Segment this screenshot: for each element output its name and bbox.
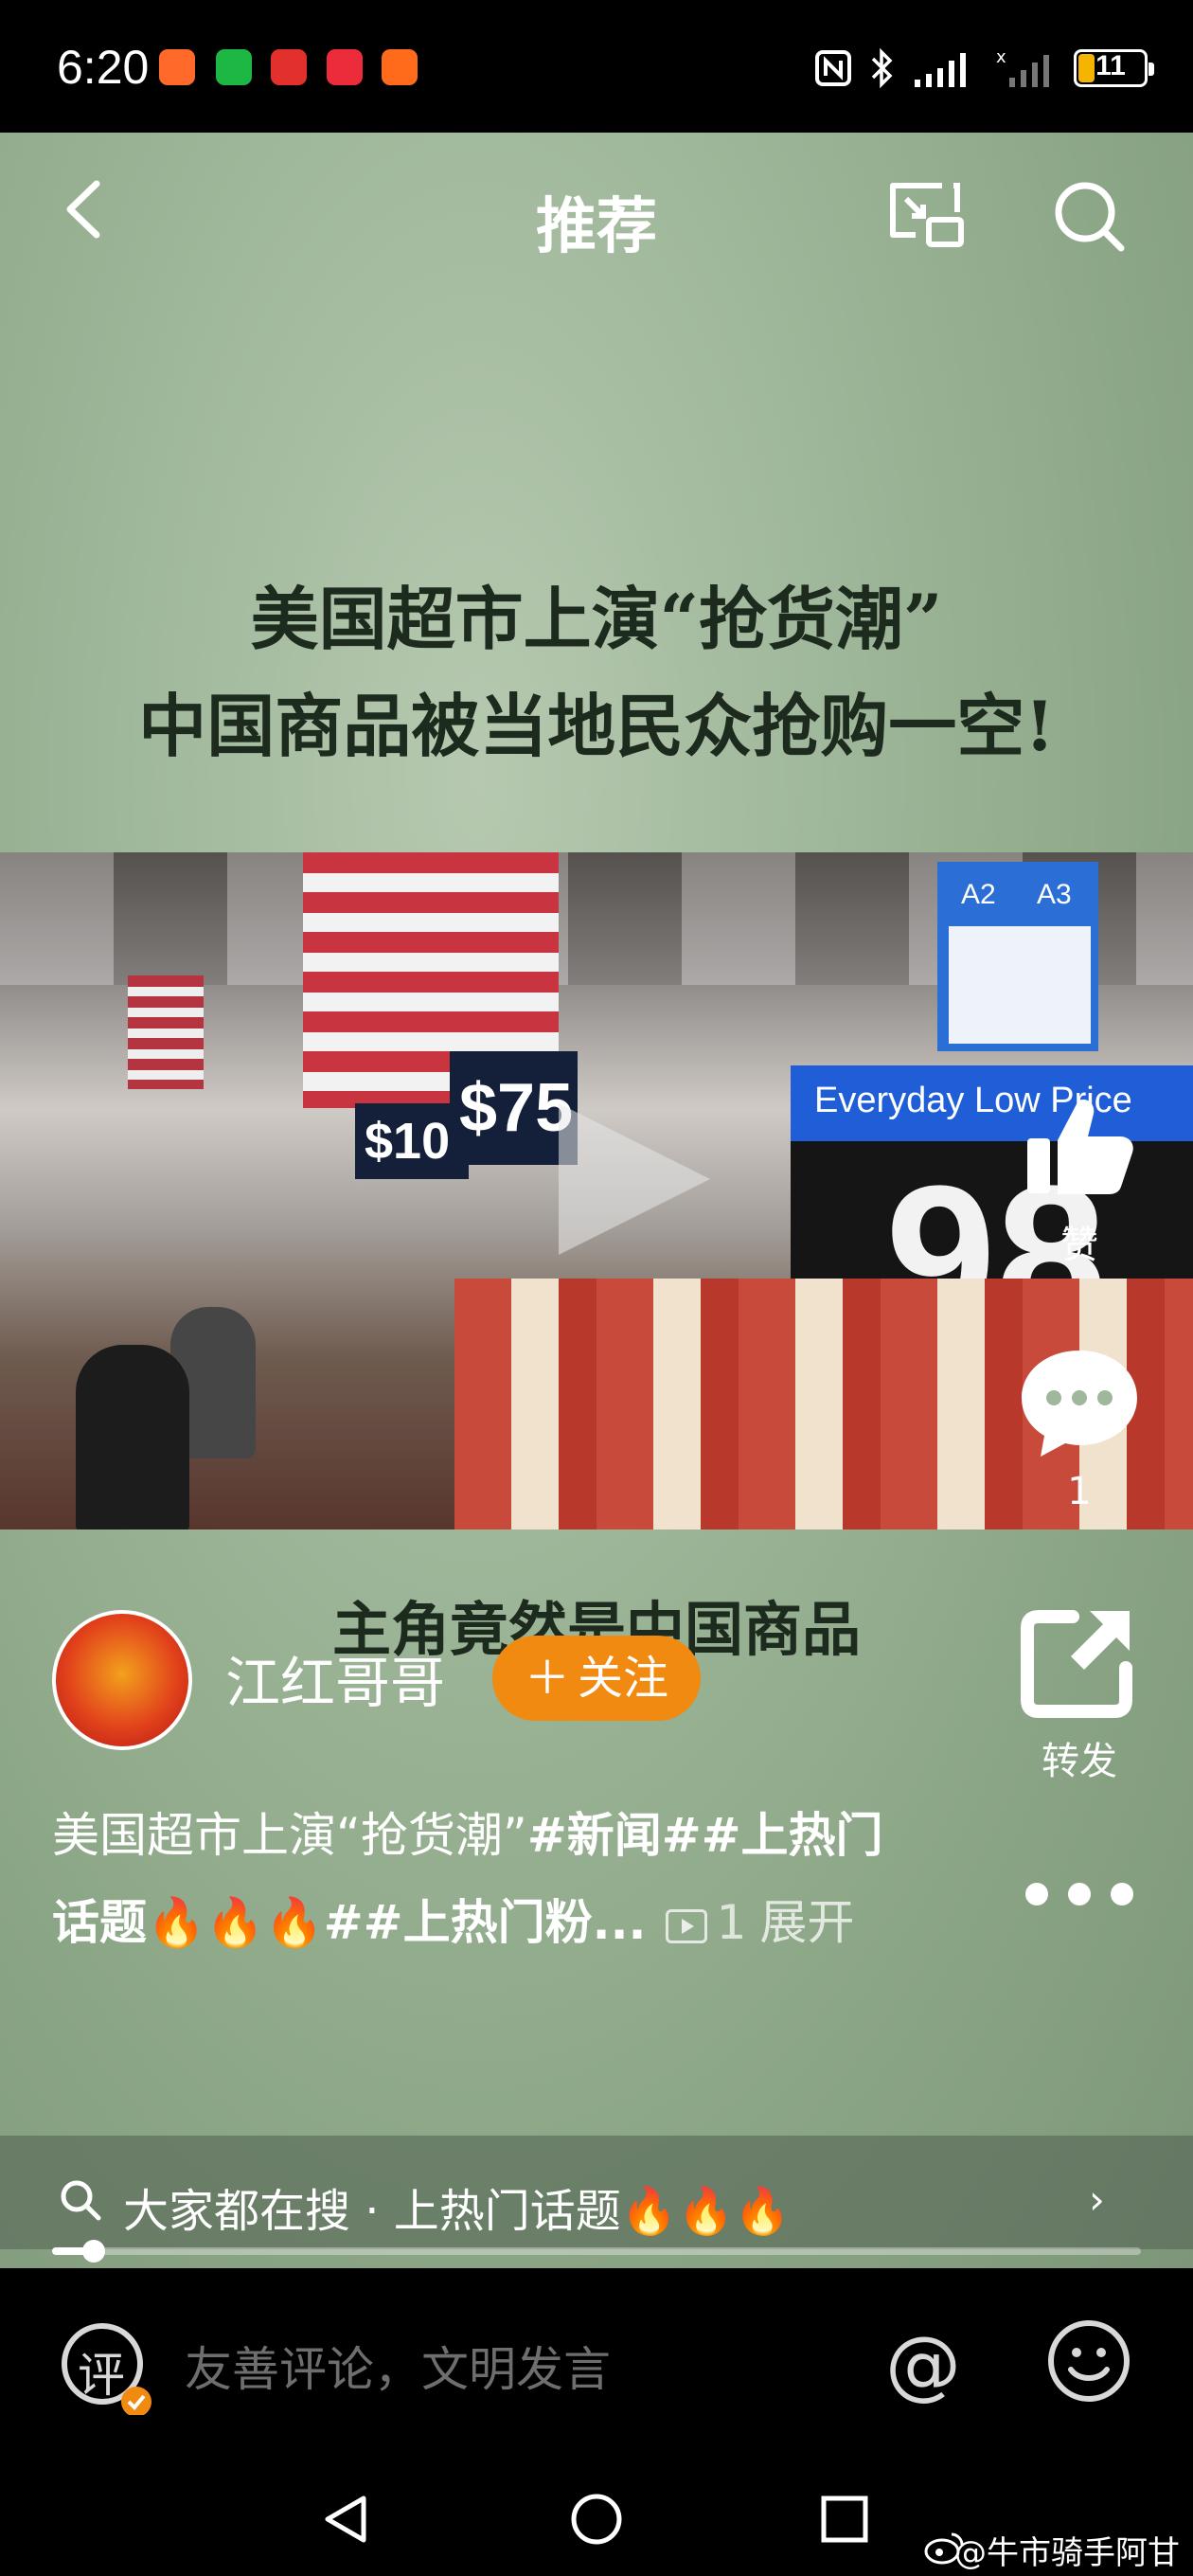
comment-count: 1 [1067, 1470, 1092, 1513]
hot-search-icon [61, 2180, 101, 2221]
description-line1[interactable]: 美国超市上演“抢货潮”#新闻##上热门 [52, 1798, 883, 1866]
status-time: 6:20 [57, 41, 150, 94]
app-icon-red [271, 49, 307, 85]
chevron-right-icon[interactable]: › [1089, 2176, 1105, 2223]
aisle-label-a2: A2 [961, 879, 996, 910]
nfc-icon [815, 50, 851, 86]
top-bar: 推荐 [0, 133, 1193, 294]
video-headline-line2: 中国商品被当地民众抢购一空! [138, 686, 1055, 766]
description-tag-topic[interactable]: 话题 [52, 1895, 147, 1950]
plus-icon: ＋ [524, 1652, 570, 1705]
video-progress-handle[interactable] [81, 2240, 105, 2263]
emoji-icon[interactable] [1046, 2318, 1131, 2404]
comment-input[interactable]: 友善评论，文明发言 [185, 2332, 611, 2400]
description-tags[interactable]: #新闻##上热门 [527, 1808, 883, 1863]
share-label: 转发 [1042, 1740, 1117, 1783]
status-bar: 6:20 x 11 [0, 0, 1193, 133]
at-mention-icon[interactable]: @ [885, 2320, 961, 2408]
aisle-sign: A2 A3 [937, 862, 1098, 1051]
nav-home-icon[interactable] [568, 2491, 625, 2548]
video-count-icon [665, 1908, 707, 1943]
bluetooth-icon [871, 47, 893, 89]
shopper-figure [76, 1345, 189, 1530]
aisle-sign-list [949, 926, 1091, 1044]
follow-button[interactable]: ＋关注 [492, 1636, 701, 1721]
comment-button[interactable]: 1 [1013, 1345, 1146, 1513]
author-name[interactable]: 江红哥哥 [225, 1638, 445, 1718]
description-text: 美国超市上演“抢货潮” [52, 1808, 527, 1863]
flag-image-small [128, 975, 204, 1089]
page-title: 推荐 [536, 192, 657, 262]
cast-icon[interactable] [885, 178, 970, 254]
like-label: 赞 [1060, 1224, 1098, 1267]
thumbs-up-icon [1027, 1099, 1133, 1194]
video-headline-line1: 美国超市上演“抢货潮” [250, 579, 943, 659]
svg-text:x: x [996, 47, 1006, 67]
nav-back-icon[interactable] [318, 2491, 375, 2548]
comment-edit-badge: 评 [78, 2348, 125, 2403]
description-tag-more[interactable]: ##上热门粉... [324, 1895, 647, 1950]
like-button[interactable]: 赞 [1013, 1089, 1146, 1269]
video-count: 1 [716, 1895, 747, 1950]
nav-recents-icon[interactable] [816, 2491, 873, 2548]
signal-icon-2: x [996, 47, 1049, 87]
watermark: @牛市骑手阿甘 [954, 2534, 1180, 2572]
battery-level: 11 [1095, 50, 1126, 81]
follow-label: 关注 [578, 1652, 669, 1705]
search-icon[interactable] [1051, 178, 1127, 254]
wechat-icon [216, 49, 252, 85]
battery-icon: 11 [1074, 49, 1154, 87]
app-icon-red-book [327, 49, 363, 85]
comment-bubble-icon [1022, 1351, 1137, 1457]
aisle-label-a3: A3 [1037, 879, 1072, 910]
status-icons: x 11 [814, 42, 1154, 95]
expand-link[interactable]: 展开 [759, 1895, 854, 1950]
app-icon-orange-person [382, 49, 418, 85]
avatar[interactable] [52, 1610, 192, 1750]
share-icon [1021, 1610, 1132, 1718]
signal-icon [915, 53, 966, 87]
app-icon-orange [159, 49, 195, 85]
video-progress-bar[interactable] [52, 2240, 1141, 2263]
description-line2[interactable]: 话题🔥🔥🔥##上热门粉... 1 展开 [52, 1885, 854, 1953]
share-button[interactable]: 转发 [1013, 1605, 1146, 1785]
hot-search-text[interactable]: 大家都在搜 · 上热门话题🔥🔥🔥 [123, 2174, 791, 2240]
more-options-icon[interactable] [1023, 1880, 1136, 1908]
play-icon[interactable] [540, 1094, 720, 1264]
fire-emoji: 🔥🔥🔥 [147, 1895, 324, 1950]
